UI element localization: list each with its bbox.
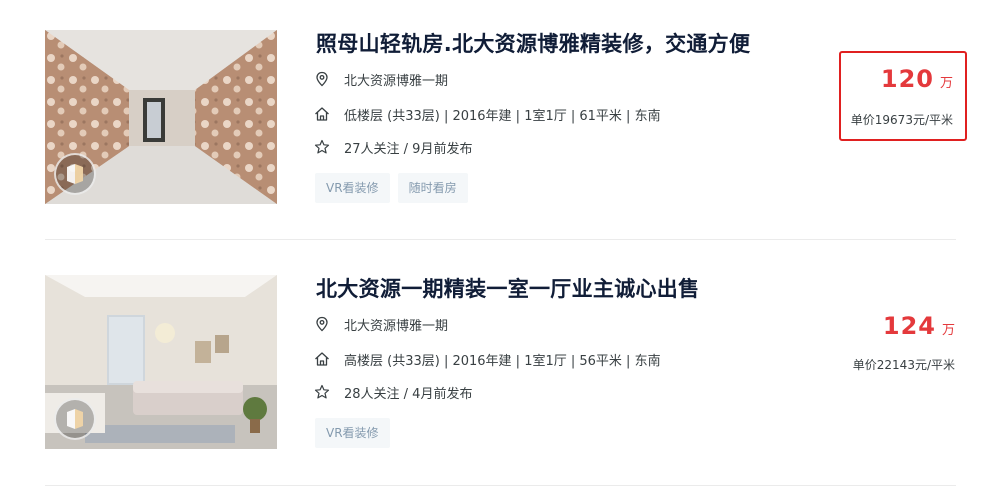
listing-card[interactable]: 照母山轻轨房.北大资源博雅精装修，交通方便 北大资源博雅一期 低楼层 (共33层… [0,0,998,240]
star-icon [314,139,330,154]
location-pin-icon [316,316,328,332]
house-info-text: 低楼层 (共33层) | 2016年建 | 1室1厅 | 61平米 | 东南 [344,108,661,124]
vr-badge-icon[interactable] [54,398,96,440]
address-row: 北大资源博雅一期 [314,314,448,334]
total-price: 124 万 [883,312,955,340]
address-row: 北大资源博雅一期 [314,69,448,89]
star-icon [314,384,330,399]
house-icon [315,352,329,366]
address-link[interactable]: 北大资源博雅一期 [344,70,448,89]
listing-title[interactable]: 照母山轻轨房.北大资源博雅精装修，交通方便 [316,28,750,58]
house-icon [315,107,329,121]
listing-thumbnail[interactable] [45,275,277,449]
tag-list: VR看装修 随时看房 [315,173,468,203]
total-price-unit: 万 [941,323,955,338]
price-box: 124 万 单价22143元/平米 [839,298,967,388]
listing-thumbnail[interactable] [45,30,277,204]
house-info-row: 高楼层 (共33层) | 2016年建 | 1室1厅 | 56平米 | 东南 [314,349,661,369]
divider [45,239,956,240]
house-info-text: 高楼层 (共33层) | 2016年建 | 1室1厅 | 56平米 | 东南 [344,353,661,369]
total-price: 120 万 [881,65,953,93]
vr-badge-icon[interactable] [54,153,96,195]
address-link[interactable]: 北大资源博雅一期 [344,315,448,334]
tag-visit: 随时看房 [397,173,468,203]
house-info-row: 低楼层 (共33层) | 2016年建 | 1室1厅 | 61平米 | 东南 [314,104,661,124]
total-price-value: 120 [880,65,934,93]
follow-info-text: 28人关注 / 4月前发布 [344,386,473,402]
divider [45,485,956,486]
total-price-unit: 万 [939,76,953,91]
location-pin-icon [316,71,328,87]
listing-card[interactable]: 北大资源一期精装一室一厅业主诚心出售 北大资源博雅一期 高楼层 (共33层) |… [0,241,998,485]
tag-list: VR看装修 [315,418,390,448]
total-price-value: 124 [882,312,936,340]
unit-price: 单价22143元/平米 [852,358,955,372]
price-box-highlighted: 120 万 单价19673元/平米 [839,51,967,141]
follow-info-row: 27人关注 / 9月前发布 [314,137,472,157]
follow-info-row: 28人关注 / 4月前发布 [314,382,472,402]
unit-price: 单价19673元/平米 [850,113,953,127]
listing-title[interactable]: 北大资源一期精装一室一厅业主诚心出售 [316,273,699,303]
tag-vr: VR看装修 [315,418,390,448]
follow-info-text: 27人关注 / 9月前发布 [344,141,473,157]
tag-vr: VR看装修 [315,173,390,203]
